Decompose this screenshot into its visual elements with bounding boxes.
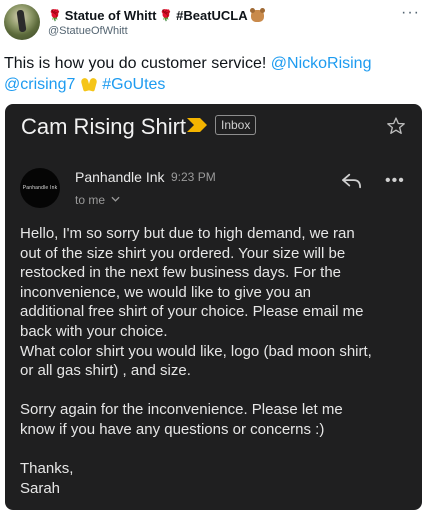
reply-icon [342,173,361,189]
email-body: Hello, I'm so sorry but due to high dema… [20,224,410,498]
tweet-text: This is how you do customer service! @Ni… [4,53,424,95]
body-line: know if you have any questions or concer… [20,420,325,438]
star-icon [387,117,405,134]
display-name-text: Statue of Whitt [64,8,157,23]
display-name-hashtag: #BeatUCLA [176,8,248,23]
email-time: 9:23 PM [171,170,216,184]
author-avatar[interactable] [4,4,40,40]
body-line: or all gas shirt) , and size. [20,362,191,380]
author-display-name[interactable]: 🌹 Statue of Whitt 🌹 #BeatUCLA [48,7,265,23]
body-line: restocked in the next few business days.… [20,264,341,282]
more-options-button[interactable]: ··· [401,4,420,22]
body-line: Hello, I'm so sorry but due to high dema… [20,225,355,242]
email-screenshot[interactable]: Cam Rising Shirt Inbox Panhandle Ink Pan… [5,104,422,510]
important-marker-icon [187,118,207,132]
raised-hands-icon [80,75,98,91]
rose-icon: 🌹 [48,10,62,22]
rose-icon: 🌹 [159,10,174,22]
sender-logo: Panhandle Ink [22,185,58,191]
author-handle[interactable]: @StatueOfWhitt [48,25,128,37]
inbox-label-chip: Inbox [215,115,257,135]
body-line: Thanks, [20,460,74,478]
recipient-text: to me [75,193,106,207]
tweet-header: 🌹 Statue of Whitt 🌹 #BeatUCLA @StatueOfW… [0,0,430,46]
body-line: back with your choice. [20,322,168,340]
body-line: inconvenience, we would like to give you… [20,283,312,301]
body-line-blank [20,440,410,460]
email-subject: Cam Rising Shirt [21,114,187,139]
body-line: out of the size shirt you ordered. Your … [20,244,346,262]
sender-name: Panhandle Ink [75,169,165,185]
bear-icon [249,7,265,22]
tweet-text-prefix: This is how you do customer service! [4,55,271,72]
hashtag-link[interactable]: #GoUtes [102,76,165,93]
recipient-line: to me [75,193,120,207]
mention-link[interactable]: @crising7 [4,76,75,93]
chevron-down-icon [111,196,120,202]
body-line: Sarah [20,479,61,497]
body-line: Sorry again for the inconvenience. Pleas… [20,401,343,419]
body-line: What color shirt you would like, logo (b… [20,342,372,360]
body-line: additional free shirt of your choice. Pl… [20,303,364,321]
mention-link[interactable]: @NickoRising [271,55,372,72]
more-icon: ••• [385,172,405,189]
sender-avatar: Panhandle Ink [20,168,60,208]
body-line-blank [20,381,410,401]
